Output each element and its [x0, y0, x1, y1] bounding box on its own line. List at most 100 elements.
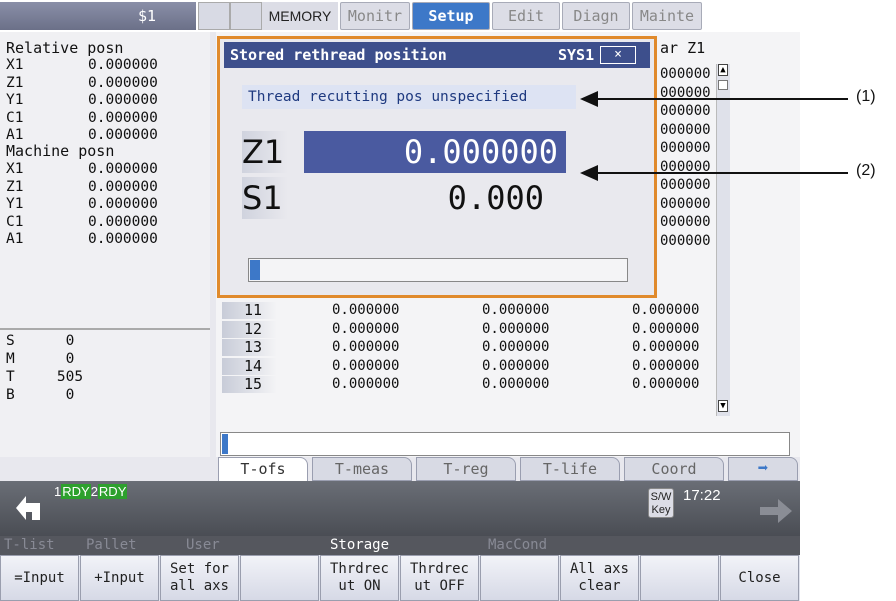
menu-label-t-list: T-list: [4, 537, 55, 553]
cnc-screen: $1 MEMORY Monitr Setup Edit Diagn Mainte…: [0, 0, 800, 601]
annotation-line-1: [590, 98, 848, 100]
machine-axis-label: Z1: [6, 178, 24, 195]
machine-axis-label: C1: [6, 213, 24, 230]
close-icon[interactable]: ×: [600, 46, 636, 64]
tab-coord[interactable]: Coord: [624, 457, 724, 481]
softkey-9[interactable]: [640, 555, 719, 601]
input-field[interactable]: [220, 432, 790, 456]
z1-value[interactable]: 0.000000: [304, 131, 566, 173]
code-value: 0: [65, 351, 75, 367]
relative-axis-value: 0.000000: [88, 57, 158, 73]
vertical-scrollbar[interactable]: [716, 64, 730, 416]
machine-axis-value: 0.000000: [88, 196, 158, 212]
relative-axis-label: Z1: [6, 74, 24, 91]
scroll-up-icon[interactable]: ▲: [718, 64, 728, 76]
menu-label-pallet: Pallet: [86, 537, 137, 553]
arrow-head-1-icon: [580, 91, 598, 107]
relative-axis-label: C1: [6, 109, 24, 126]
s1-value: 0.000: [447, 179, 544, 217]
table-cell[interactable]: 0.000000: [632, 358, 699, 375]
partial-cell: 000000: [660, 140, 711, 156]
partial-cell: 000000: [660, 214, 711, 230]
table-cell[interactable]: 0.000000: [332, 376, 399, 393]
relative-posn-title: Relative posn: [6, 39, 124, 57]
menu-label-maccond: MacCond: [488, 537, 548, 553]
relative-axis-value: 0.000000: [88, 74, 158, 91]
tab-setup[interactable]: Setup: [412, 2, 490, 30]
relative-axis-label: Y1: [6, 92, 24, 108]
tab-t-reg[interactable]: T-reg: [416, 457, 516, 481]
table-cell[interactable]: 0.000000: [482, 321, 549, 338]
blank-slot-1: [198, 2, 230, 30]
panel-divider: [0, 328, 210, 330]
row-number: 14: [222, 357, 277, 375]
table-cell[interactable]: 0.000000: [632, 339, 699, 356]
arrow-head-2-icon: [580, 165, 598, 181]
softkey-7[interactable]: [480, 555, 559, 601]
softkey-5[interactable]: Thrdrec ut ON: [320, 555, 399, 601]
softkey-3[interactable]: Set for all axs: [160, 555, 239, 601]
menu-label-storage: Storage: [330, 537, 390, 553]
table-cell[interactable]: 0.000000: [332, 321, 399, 338]
table-cell[interactable]: 0.000000: [332, 358, 399, 375]
table-cell[interactable]: 0.000000: [332, 302, 399, 319]
blank-slot-2: [230, 2, 262, 30]
table-cell[interactable]: 0.000000: [482, 376, 549, 393]
machine-axis-value: 0.000000: [88, 213, 158, 230]
row-number: 12: [222, 320, 277, 338]
next-tab-arrow-icon[interactable]: ➡: [728, 457, 798, 481]
machine-axis-label: A1: [6, 231, 24, 247]
machine-posn-title: Machine posn: [6, 142, 115, 160]
softkey-8[interactable]: All axs clear: [560, 555, 639, 601]
relative-axis-value: 0.000000: [88, 92, 158, 108]
partial-cell: 000000: [660, 195, 711, 212]
tab-diagn[interactable]: Diagn: [562, 2, 630, 30]
tab-t-life[interactable]: T-life: [520, 457, 620, 481]
machine-axis-label: Y1: [6, 196, 24, 212]
code-label: T: [6, 369, 15, 385]
scroll-down-icon[interactable]: ▼: [718, 400, 728, 412]
machine-axis-value: 0.000000: [88, 231, 158, 247]
scroll-thumb[interactable]: [718, 80, 728, 90]
annotation-label-1: (1): [856, 88, 876, 105]
clock: 17:22: [683, 487, 721, 504]
table-cell[interactable]: 0.000000: [482, 339, 549, 356]
dialog-message: Thread recutting pos unspecified: [242, 85, 576, 109]
table-cell[interactable]: 0.000000: [632, 321, 699, 338]
partial-cell: 000000: [660, 103, 711, 119]
table-cell[interactable]: 0.000000: [632, 376, 699, 393]
softkey-1[interactable]: =Input: [0, 555, 79, 601]
progress-bar: [248, 258, 628, 282]
table-cell[interactable]: 0.000000: [632, 302, 699, 319]
partial-cell: 000000: [660, 66, 711, 82]
row-number: 15: [222, 376, 277, 393]
partial-cell: 000000: [660, 177, 711, 193]
tab-edit[interactable]: Edit: [492, 2, 560, 30]
partial-cell: 000000: [660, 121, 711, 138]
sw-key-button[interactable]: S/W Key: [648, 488, 674, 518]
ready-indicators: 1RDY2RDY: [54, 484, 128, 499]
menu-label-user: User: [186, 537, 220, 553]
tab-monitr[interactable]: Monitr: [340, 2, 410, 30]
softkey-4[interactable]: [240, 555, 319, 601]
table-cell[interactable]: 0.000000: [482, 302, 549, 319]
machine-axis-value: 0.000000: [88, 178, 158, 195]
mode-indicator: MEMORY: [262, 2, 338, 30]
forward-arrow-icon[interactable]: [758, 496, 794, 526]
tab-mainte[interactable]: Mainte: [632, 2, 702, 30]
table-cell[interactable]: 0.000000: [332, 339, 399, 356]
code-value: 0: [65, 333, 75, 349]
softkey-10[interactable]: Close: [720, 555, 799, 601]
code-label: B: [6, 387, 15, 403]
softkey-6[interactable]: Thrdrec ut OFF: [400, 555, 479, 601]
back-arrow-icon[interactable]: [10, 490, 46, 526]
tab-t-meas[interactable]: T-meas: [312, 457, 412, 481]
rdy2-badge: RDY: [97, 484, 128, 499]
softkey-2[interactable]: +Input: [80, 555, 159, 601]
system-title: $1: [0, 2, 196, 30]
rdy1-badge: RDY: [61, 484, 91, 499]
row-number: 13: [222, 339, 277, 356]
table-cell[interactable]: 0.000000: [482, 358, 549, 375]
tab-t-ofs[interactable]: T-ofs: [218, 457, 308, 481]
input-caret: [222, 434, 228, 454]
